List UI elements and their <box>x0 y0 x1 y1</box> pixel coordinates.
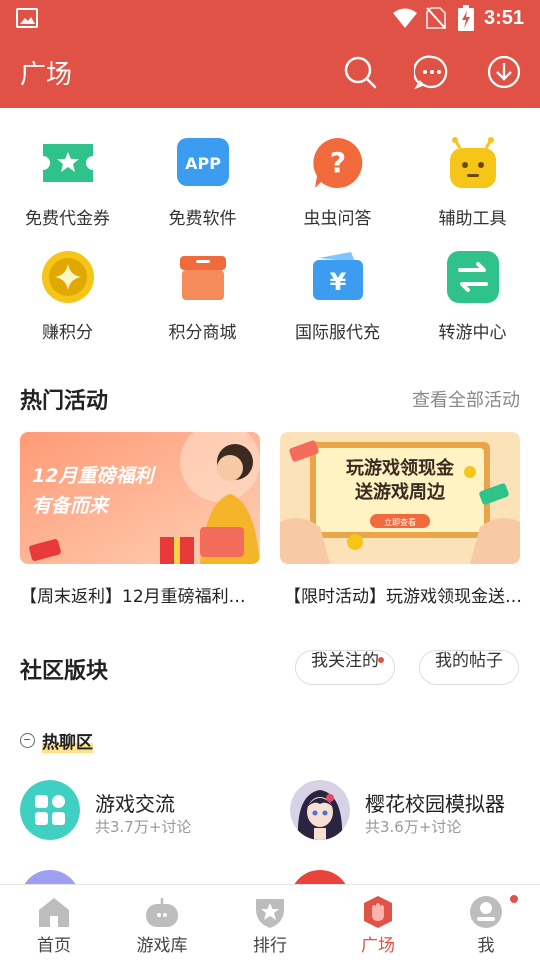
square-icon <box>364 896 392 928</box>
search-button[interactable] <box>342 54 378 90</box>
new-dot <box>378 657 384 663</box>
community-title: 社区版块 <box>20 659 109 684</box>
banner-art-line2: 送游戏周边 <box>354 481 446 503</box>
shortcut-free-software[interactable]: APP 免费软件 <box>135 128 270 242</box>
shortcut-label: 辅助工具 <box>438 209 507 229</box>
app-header: 广场 <box>0 36 540 108</box>
anime-girl-avatar <box>290 780 350 840</box>
wallet-icon: ¥ <box>313 252 363 300</box>
search-icon <box>344 56 377 89</box>
tab-label: 排行 <box>253 936 287 956</box>
shortcut-label: 国际服代充 <box>295 323 380 343</box>
tab-square[interactable]: 广场 <box>324 885 432 960</box>
status-time: 3:51 <box>484 7 525 29</box>
my-posts-button[interactable]: 我的帖子 <box>419 650 519 685</box>
forum-item-game-chat[interactable]: 游戏交流 共3.7万+讨论 <box>20 780 260 842</box>
shop-icon <box>180 256 226 300</box>
hot-activities-title: 热门活动 <box>20 389 109 414</box>
shortcut-label: 转游中心 <box>438 323 507 343</box>
transfer-icon <box>447 251 499 303</box>
activity-caption-2[interactable]: 【限时活动】玩游戏领现金送周边 <box>284 582 524 607</box>
wifi-icon <box>393 8 417 28</box>
shortcut-label: 免费软件 <box>168 209 237 229</box>
forum-name: 游戏交流 <box>95 792 175 816</box>
profile-icon <box>470 896 502 928</box>
app-icon: APP <box>177 138 229 186</box>
svg-text:¥: ¥ <box>330 268 347 296</box>
shortcut-grid: 免费代金券 APP 免费软件 ? 虫虫问答 辅助工具 赚积分 积分商城 ¥ 国际… <box>0 128 540 356</box>
shortcut-intl-topup[interactable]: ¥ 国际服代充 <box>270 242 405 356</box>
pill-label: 我的帖子 <box>435 651 503 671</box>
coin-icon <box>42 251 94 303</box>
home-icon <box>39 898 69 927</box>
question-icon: ? <box>313 138 363 188</box>
shortcut-label: 赚积分 <box>42 323 93 343</box>
shortcut-label: 虫虫问答 <box>303 209 372 229</box>
tab-game-library[interactable]: 游戏库 <box>108 885 216 960</box>
collapse-icon <box>20 732 35 748</box>
banner-art-line2: 有备而来 <box>32 495 111 517</box>
voucher-icon <box>43 144 93 182</box>
shortcut-label: 免费代金券 <box>25 209 110 229</box>
forum-item-sakura[interactable]: 樱花校园模拟器 共3.6万+讨论 <box>290 780 530 842</box>
tab-ranking[interactable]: 排行 <box>216 885 324 960</box>
banner-art-button: 立即查看 <box>384 517 416 527</box>
banner-art-line1: 玩游戏领现金 <box>346 457 455 479</box>
svg-text:APP: APP <box>185 154 221 173</box>
tab-label: 首页 <box>37 936 71 956</box>
forum-count: 共3.6万+讨论 <box>365 818 462 836</box>
activity-banner-2[interactable]: 玩游戏领现金 送游戏周边 立即查看 <box>280 432 520 564</box>
notification-dot <box>510 895 518 903</box>
messages-button[interactable] <box>412 54 450 90</box>
tab-label: 游戏库 <box>136 936 188 956</box>
forum-count: 共3.7万+讨论 <box>95 818 192 836</box>
forum-name: 樱花校园模拟器 <box>365 792 505 816</box>
banner-art: 玩游戏领现金 送游戏周边 立即查看 <box>280 432 520 564</box>
battery-icon <box>458 5 474 31</box>
view-all-activities-link[interactable]: 查看全部活动 <box>412 386 520 412</box>
forum-avatar <box>290 780 350 840</box>
rank-icon <box>256 899 284 928</box>
tab-home[interactable]: 首页 <box>0 885 108 960</box>
shortcut-transfer[interactable]: 转游中心 <box>405 242 540 356</box>
shortcut-earn-points[interactable]: 赚积分 <box>0 242 135 356</box>
hot-chat-toggle[interactable]: 热聊区 <box>20 727 93 753</box>
chat-bubble-icon <box>412 55 448 90</box>
hot-chat-label: 热聊区 <box>42 727 93 753</box>
svg-text:?: ? <box>330 146 346 179</box>
tab-profile[interactable]: 我 <box>432 885 540 960</box>
activity-caption-1[interactable]: 【周末返利】12月重磅福利来袭 <box>20 582 260 607</box>
page-title: 广场 <box>20 60 73 90</box>
gamepad-icon <box>146 898 178 927</box>
shortcut-points-mall[interactable]: 积分商城 <box>135 242 270 356</box>
shortcut-label: 积分商城 <box>168 323 237 343</box>
activity-banner-1[interactable]: 12月重磅福利 有备而来 <box>20 432 260 564</box>
tab-label: 广场 <box>361 936 395 956</box>
shortcut-qa[interactable]: ? 虫虫问答 <box>270 128 405 242</box>
tab-label: 我 <box>477 936 495 956</box>
top-bar: 3:51 广场 <box>0 0 540 108</box>
status-bar: 3:51 <box>0 0 540 36</box>
download-button[interactable] <box>486 54 522 90</box>
banner-art-line1: 12月重磅福利 <box>32 465 156 487</box>
robot-icon <box>450 137 496 188</box>
my-followed-button[interactable]: 我关注的 <box>295 650 395 685</box>
download-icon <box>487 55 521 89</box>
forum-avatar <box>20 780 80 840</box>
shortcut-voucher[interactable]: 免费代金券 <box>0 128 135 242</box>
pill-label: 我关注的 <box>311 651 379 671</box>
no-sim-icon <box>426 7 446 29</box>
bottom-nav: 首页 游戏库 排行 广场 我 <box>0 884 540 960</box>
banner-art: 12月重磅福利 有备而来 <box>20 432 260 564</box>
gallery-icon <box>16 8 38 28</box>
shortcut-tools[interactable]: 辅助工具 <box>405 128 540 242</box>
grid-tiles-icon <box>20 780 80 840</box>
